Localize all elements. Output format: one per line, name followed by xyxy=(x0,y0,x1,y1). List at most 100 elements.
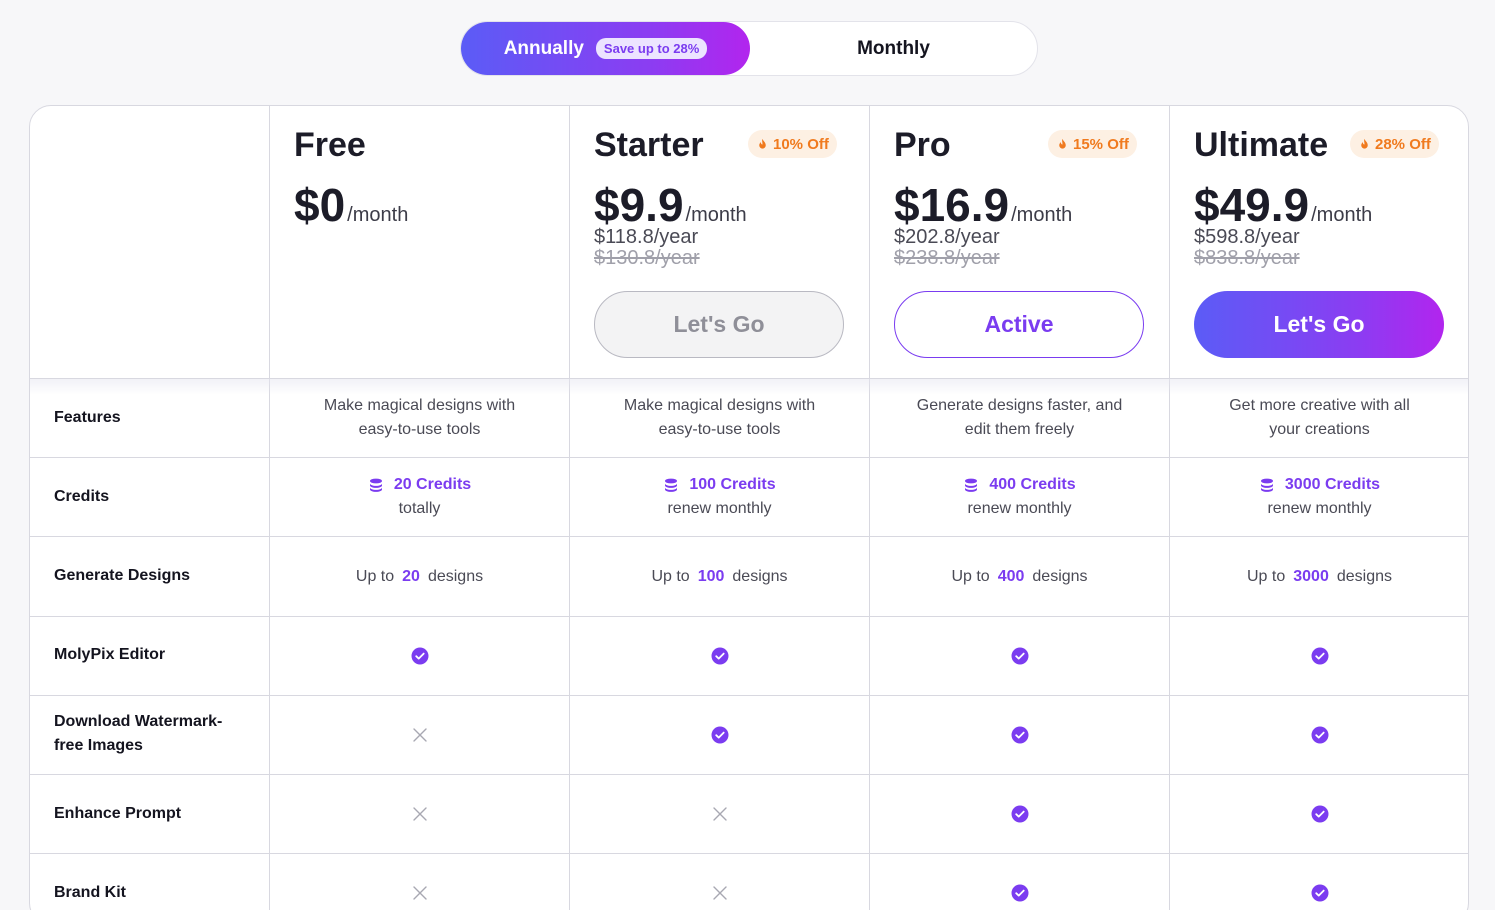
credits-note: renew monthly xyxy=(967,500,1072,517)
fire-icon xyxy=(1059,138,1066,149)
designs-prefix: Up to xyxy=(651,567,690,585)
price-period: /month xyxy=(347,204,409,226)
ultimate-lets-go-button[interactable]: Let's Go xyxy=(1194,291,1444,358)
designs-suffix: designs xyxy=(427,567,484,585)
brand-availability-cell xyxy=(870,854,1169,910)
editor-availability-cell xyxy=(1170,617,1468,695)
feature-text: Generate designs faster, and xyxy=(916,397,1123,414)
editor-availability-cell xyxy=(870,617,1169,695)
price-period: /month xyxy=(1011,204,1073,226)
watermark-availability-cell xyxy=(870,696,1169,774)
editor-availability-cell xyxy=(570,617,869,695)
coins-icon xyxy=(369,478,382,492)
feature-text: Get more creative with all xyxy=(1229,397,1410,414)
designs-suffix: designs xyxy=(1032,567,1088,585)
credits-amount: 3000 Credits xyxy=(1259,473,1380,497)
check-icon xyxy=(1011,726,1029,744)
fire-icon xyxy=(1361,138,1368,149)
watermark-availability-cell xyxy=(270,696,569,774)
pro-active-button[interactable]: Active xyxy=(894,291,1144,358)
watermark-availability-cell xyxy=(570,696,869,774)
feature-text: easy-to-use tools xyxy=(358,421,481,438)
discount-badge: 28% Off xyxy=(1350,130,1439,158)
check-icon xyxy=(411,647,429,665)
credits-note: renew monthly xyxy=(1267,500,1372,517)
check-icon xyxy=(1011,805,1029,823)
features-cell: Get more creative with all your creation… xyxy=(1170,379,1468,457)
price-amount: $16.9 xyxy=(894,179,1010,231)
check-icon xyxy=(711,647,729,665)
yearly-price: $598.8/year xyxy=(1194,226,1300,248)
cross-icon xyxy=(411,805,429,823)
check-icon xyxy=(1311,726,1329,744)
enhance-availability-cell xyxy=(270,775,569,853)
designs-cell: Up to 400 designs xyxy=(870,537,1169,616)
yearly-price: $202.8/year xyxy=(894,226,1000,248)
cross-icon xyxy=(411,726,429,744)
credits-amount: 20 Credits xyxy=(368,473,471,497)
feature-text: easy-to-use tools xyxy=(658,421,781,438)
designs-prefix: Up to xyxy=(951,567,990,585)
price-period: /month xyxy=(685,204,747,226)
features-cell: Generate designs faster, and edit them f… xyxy=(870,379,1169,457)
watermark-availability-cell xyxy=(1170,696,1468,774)
designs-prefix: Up to xyxy=(1247,567,1286,585)
editor-availability-cell xyxy=(270,617,569,695)
designs-text: Up to 100 designs xyxy=(651,565,787,589)
coins-icon xyxy=(965,478,978,492)
credits-note: renew monthly xyxy=(667,500,772,517)
yearly-price: $118.8/year xyxy=(594,226,699,248)
designs-text: Up to 3000 designs xyxy=(1247,565,1392,589)
plan-name: Starter xyxy=(594,126,704,164)
starter-lets-go-button[interactable]: Let's Go xyxy=(594,291,844,358)
cross-icon xyxy=(411,884,429,902)
discount-badge: 15% Off xyxy=(1048,130,1137,158)
enhance-availability-cell xyxy=(1170,775,1468,853)
cross-icon xyxy=(711,805,729,823)
plan-name: Pro xyxy=(894,126,951,164)
designs-text: Up to 20 designs xyxy=(356,565,483,589)
plan-price: $0 /month xyxy=(294,178,408,232)
row-label-generate-designs: Generate Designs xyxy=(54,567,191,584)
feature-text: edit them freely xyxy=(964,421,1075,438)
check-icon xyxy=(1011,884,1029,902)
billing-toggle: Annually Save up to 28% Monthly xyxy=(460,21,1038,76)
row-label-brand-kit: Brand Kit xyxy=(54,884,126,901)
annually-option[interactable]: Annually Save up to 28% xyxy=(461,22,750,75)
designs-number: 20 xyxy=(402,567,420,585)
designs-number: 3000 xyxy=(1293,567,1329,585)
credits-cell: 400 Credits renew monthly xyxy=(870,458,1169,536)
credits-cell: 3000 Credits renew monthly xyxy=(1170,458,1468,536)
features-cell: Make magical designs with easy-to-use to… xyxy=(570,379,869,457)
credits-note: totally xyxy=(398,500,441,517)
feature-text: your creations xyxy=(1269,421,1370,438)
row-label-molypix-editor: MolyPix Editor xyxy=(54,646,166,663)
brand-availability-cell xyxy=(570,854,869,910)
designs-cell: Up to 3000 designs xyxy=(1170,537,1468,616)
check-icon xyxy=(1311,647,1329,665)
plan-price: $49.9 /month xyxy=(1194,178,1372,232)
price-period: /month xyxy=(1311,204,1373,226)
credits-label: 3000 Credits xyxy=(1284,476,1381,493)
check-icon xyxy=(711,726,729,744)
row-label-enhance-prompt: Enhance Prompt xyxy=(54,805,182,822)
plan-name: Free xyxy=(294,126,366,164)
credits-amount: 100 Credits xyxy=(663,473,776,497)
original-price: $238.8/year xyxy=(894,247,1000,269)
designs-number: 400 xyxy=(997,567,1025,585)
pricing-table: Free $0 /month Starter 10% Off $9.9 /mon… xyxy=(29,105,1469,910)
brand-availability-cell xyxy=(270,854,569,910)
monthly-option[interactable]: Monthly xyxy=(750,22,1037,75)
feature-text: Make magical designs with xyxy=(323,397,516,414)
row-label-line: Download Watermark- xyxy=(54,713,223,730)
price-amount: $49.9 xyxy=(1194,179,1310,231)
designs-cell: Up to 100 designs xyxy=(570,537,869,616)
original-price: $838.8/year xyxy=(1194,247,1300,269)
discount-label: 10% Off xyxy=(773,135,829,153)
credits-cell: 20 Credits totally xyxy=(270,458,569,536)
discount-label: 15% Off xyxy=(1073,135,1129,153)
credits-label: 20 Credits xyxy=(393,476,472,493)
designs-suffix: designs xyxy=(732,567,788,585)
features-cell: Make magical designs with easy-to-use to… xyxy=(270,379,569,457)
enhance-availability-cell xyxy=(870,775,1169,853)
